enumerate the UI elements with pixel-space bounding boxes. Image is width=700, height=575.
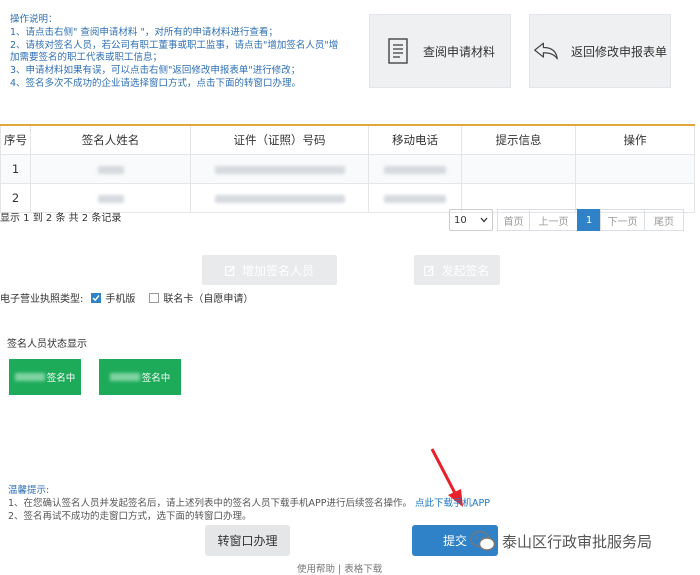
start-sign-label: 发起签名 [441,263,490,278]
redacted-phone [384,165,446,174]
instructions-line: 4、签名多次不成功的企业请选择窗口方式，点击下面的转窗口办理。 [10,77,302,89]
start-sign-button[interactable]: 发起签名 [414,255,500,285]
footer-links: 使用帮助 | 表格下载 [297,561,382,575]
redacted-name [109,373,140,381]
phone-version-label: 手机版 [105,294,136,305]
id-number-cell [190,154,369,184]
redacted-name [14,373,45,381]
current-page-button[interactable]: 1 [577,209,601,231]
instructions-title: 操作说明： [10,14,58,25]
redacted-id [214,165,345,174]
redacted-id [214,194,345,203]
instructions-line: 1、请点击右侧" 查阅申请材料 "，对所有的申请材料进行查看； [10,26,278,38]
phone-cell [368,183,462,213]
tips-line: 2、签名再试不成功的走窗口方式，选下面的转窗口办理。 [8,511,252,522]
tips-title: 温馨提示: [8,485,50,496]
instructions-line: 加需要签名的职工代表或职工信息； [10,52,163,64]
table-header-row: 序号 签名人姓名 证件（证照）号码 移动电话 提示信息 操作 [0,124,695,155]
phone-cell [368,154,462,184]
watermark-text: 泰山区行政审批服务局 [502,532,653,551]
warm-tips: 温馨提示: 1、在您确认签名人员并发起签名后，请上述列表中的签名人员下载手机AP… [8,484,490,523]
form-download-link[interactable]: 表格下载 [344,564,382,575]
view-materials-label: 查阅申请材料 [422,44,495,59]
wechat-icon [470,530,496,552]
back-modify-label: 返回修改申报表单 [570,44,667,59]
col-header: 序号 [0,124,31,155]
first-page-button[interactable]: 首页 [497,209,530,231]
page-size-select[interactable]: 10 [449,209,493,231]
watermark: 泰山区行政审批服务局 [470,530,652,552]
tips-line: 1、在您确认签名人员并发起签名后，请上述列表中的签名人员下载手机APP进行后续签… [8,497,490,510]
table-row: 1 [0,154,695,184]
add-signer-button[interactable]: 增加签名人员 [202,255,337,285]
col-header: 证件（证照）号码 [190,124,369,155]
redacted-phone [384,194,446,203]
col-header: 提示信息 [461,124,576,155]
row-index: 1 [0,154,31,184]
id-number-cell [190,183,369,213]
joint-card-label: 联名卡（自愿申请） [163,294,254,305]
instructions: 操作说明： 1、请点击右侧" 查阅申请材料 "，对所有的申请材料进行查看； 2、… [10,14,362,91]
tips-line-text: 1、在您确认签名人员并发起签名后，请上述列表中的签名人员下载手机APP进行后续签… [8,498,413,509]
joint-card-checkbox[interactable] [149,292,160,303]
redacted-name [97,165,124,174]
license-type-label: 电子营业执照类型: [0,294,84,305]
signer-name-cell [30,154,191,184]
signer-status-card: 签名中 [99,359,181,395]
chevron-down-icon [480,215,488,226]
back-modify-button[interactable]: 返回修改申报表单 [529,14,671,88]
license-type-row: 电子营业执照类型: 手机版 联名卡（自愿申请） [0,290,253,305]
hint-cell [461,154,576,184]
phone-version-checkbox[interactable] [91,292,102,303]
prev-page-button[interactable]: 上一页 [529,209,578,231]
last-page-button[interactable]: 尾页 [644,209,684,231]
signer-table: 序号 签名人姓名 证件（证照）号码 移动电话 提示信息 操作 1 2 [0,124,695,213]
view-materials-button[interactable]: 查阅申请材料 [369,14,511,88]
download-app-link[interactable]: 点此下载手机APP [415,498,490,509]
action-cell [575,154,695,184]
signer-status-title: 签名人员状态显示 [7,339,87,350]
transfer-window-button[interactable]: 转窗口办理 [205,525,290,556]
instructions-line: 3、申请材料如果有误，可以点击右侧"返回修改申报表单"进行修改； [10,65,301,77]
signer-status-text: 签名中 [46,373,76,384]
add-signer-label: 增加签名人员 [241,263,314,278]
signer-status-text: 签名中 [141,373,171,384]
redacted-name [97,194,124,203]
next-page-button[interactable]: 下一页 [600,209,645,231]
edit-icon [424,265,435,276]
page-size-value: 10 [454,214,467,226]
pagination: 10 首页 上一页 1 下一页 尾页 [449,209,684,233]
edit-icon [225,265,236,276]
col-header: 移动电话 [368,124,462,155]
signer-status-card: 签名中 [9,359,81,395]
instructions-line: 2、请核对签名人员，若公司有职工董事或职工监事，请点击"增加签名人员"增 [10,39,339,51]
return-arrow-icon [533,38,559,64]
col-header: 操作 [575,124,695,155]
records-summary: 显示 1 到 2 条 共 2 条记录 [0,213,122,224]
footer-separator: | [338,564,342,575]
col-header: 签名人姓名 [30,124,191,155]
document-icon [385,38,411,64]
help-link[interactable]: 使用帮助 [297,564,335,575]
